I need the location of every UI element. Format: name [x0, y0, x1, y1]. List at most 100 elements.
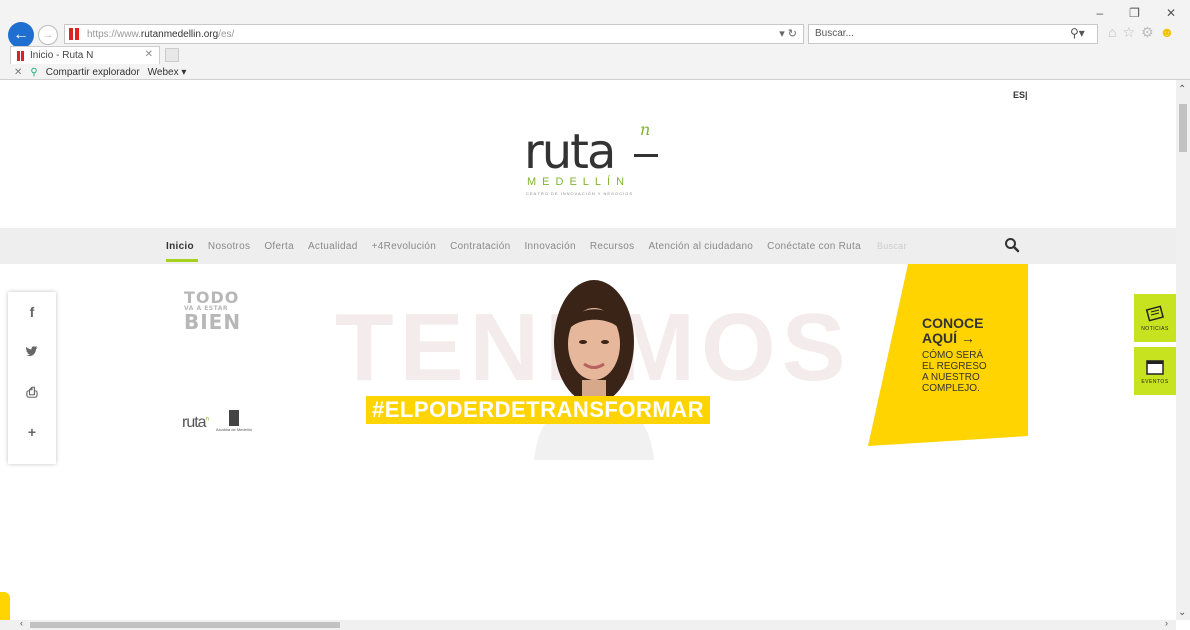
nav-item-inicio[interactable]: Inicio [166, 228, 198, 264]
gear-icon[interactable]: ⚙ [1141, 24, 1154, 41]
newspaper-icon [1145, 304, 1164, 322]
logo-superscript: n [640, 120, 651, 139]
horizontal-scroll-thumb[interactable] [30, 622, 340, 628]
horizontal-scrollbar[interactable]: ‹ › [0, 618, 1176, 630]
tab-favicon [17, 50, 20, 61]
promo-regreso-card[interactable]: CONOCE AQUÍ → CÓMO SERÁ EL REGRESO A NUE… [868, 264, 1028, 446]
url-prefix: https://www. [87, 28, 141, 40]
facebook-icon[interactable]: f [8, 292, 56, 332]
home-icon[interactable]: ⌂ [1108, 24, 1116, 41]
tab-title: Inicio - Ruta N [30, 50, 94, 61]
forward-button[interactable]: → [38, 25, 58, 45]
promo-title-line-1: CONOCE [922, 315, 984, 331]
events-tab-label: EVENTOS [1141, 378, 1169, 385]
banner-hashtag: #ELPODERDETRANSFORMAR [366, 396, 710, 424]
news-side-tab[interactable]: NOTICIAS [1134, 294, 1176, 342]
close-icon[interactable]: ✕ [1166, 6, 1176, 20]
address-tools[interactable]: ▾ ↻ [779, 27, 797, 40]
share-browser-icon: ⚲ [30, 66, 38, 78]
browser-search-input[interactable]: Buscar... [808, 24, 1098, 44]
arrow-right-icon: → [42, 29, 54, 41]
logo-word: ruta [524, 124, 616, 180]
promo-sub-line-2: EL REGRESO [922, 361, 987, 372]
address-bar[interactable]: https://www. rutanmedellin.org /es/ ▾ ↻ [64, 24, 804, 44]
back-button[interactable]: ← [8, 22, 34, 48]
todo-line-1: TODO [184, 288, 240, 307]
logo-city: MEDELLÍN [527, 176, 631, 188]
site-favicon-bar [75, 28, 79, 40]
url-domain: rutanmedellin.org [140, 28, 219, 40]
nav-item-actualidad[interactable]: Actualidad [308, 228, 358, 264]
promo-sub-line-1: CÓMO SERÁ [922, 350, 984, 361]
twitter-icon[interactable] [8, 332, 56, 372]
nav-item-recursos[interactable]: Recursos [590, 228, 635, 264]
favorites-star-icon[interactable]: ☆ [1122, 24, 1135, 41]
yellow-corner-tab[interactable] [0, 592, 10, 620]
alcaldia-label: Alcaldía de Medellín [215, 427, 252, 432]
small-ruta-word: ruta [182, 414, 207, 431]
news-tab-label: NOTICIAS [1141, 325, 1169, 332]
scroll-left-icon[interactable]: ‹ [20, 618, 23, 628]
search-icon[interactable] [1004, 237, 1020, 253]
nav-item-oferta[interactable]: Oferta [264, 228, 294, 264]
site-favicon [69, 28, 73, 40]
todo-line-3: BIEN [184, 310, 242, 334]
nav-item-conectate[interactable]: Conéctate con Ruta [767, 228, 861, 264]
nav-search-input[interactable]: Buscar [877, 228, 937, 264]
alcaldia-building-icon [228, 410, 239, 426]
alcaldia-logo: Alcaldía de Medellín [216, 410, 252, 432]
nav-item-nosotros[interactable]: Nosotros [208, 228, 250, 264]
refresh-icon[interactable]: ↻ [788, 28, 797, 40]
feedback-smiley-icon[interactable]: ☻ [1160, 24, 1175, 41]
browser-tab-active[interactable]: Inicio - Ruta N ✕ [10, 46, 160, 64]
restore-icon[interactable]: ❐ [1129, 6, 1140, 20]
share-sidebar: f ⎙ + [8, 292, 56, 464]
webex-menu[interactable]: Webex ▾ [148, 67, 187, 78]
dropdown-icon[interactable]: ▾ [779, 28, 785, 40]
events-side-tab[interactable]: EVENTOS [1134, 347, 1176, 395]
promo-subtitle: CÓMO SERÁ EL REGRESO A NUESTRO COMPLEJO. [922, 350, 987, 394]
browser-toolbar: ⌂ ☆ ⚙ ☻ [1108, 24, 1174, 41]
vertical-scroll-thumb[interactable] [1179, 104, 1187, 152]
favbar-close-icon[interactable]: ✕ [14, 67, 22, 78]
logo-tagline: CENTRO DE INNOVACIÓN Y NEGOCIOS [526, 191, 634, 196]
nav-item-innovacion[interactable]: Innovación [524, 228, 575, 264]
logo-dash [634, 154, 658, 157]
promo-sub-line-3: A NUESTRO [922, 372, 980, 383]
nav-item-contratacion[interactable]: Contratación [450, 228, 510, 264]
twitter-bird-shape [25, 346, 38, 357]
tab-favicon-bar [21, 50, 24, 61]
promo-title: CONOCE AQUÍ → [922, 316, 983, 346]
search-icon[interactable]: ⚲▾ [1070, 26, 1085, 40]
small-ruta-sup: n [205, 416, 210, 423]
banner-partner-logos: rutan Alcaldía de Medellín [182, 410, 252, 432]
print-icon[interactable]: ⎙ [8, 372, 56, 412]
browser-chrome: ← → https://www. rutanmedellin.org /es/ … [0, 0, 1190, 80]
nav-item-atencion[interactable]: Atención al ciudadano [648, 228, 753, 264]
scroll-right-icon[interactable]: › [1165, 618, 1168, 628]
language-selector[interactable]: ES| [1013, 90, 1028, 100]
main-nav: Inicio Nosotros Oferta Actualidad +4Revo… [0, 228, 1176, 264]
promo-sub-line-4: COMPLEJO. [922, 383, 980, 394]
woman-photo [534, 280, 654, 460]
tab-strip: Inicio - Ruta N ✕ [0, 46, 1190, 64]
nav-item-4revolucion[interactable]: +4Revolución [372, 228, 436, 264]
promo-title-line-2: AQUÍ → [922, 330, 975, 346]
new-tab-button[interactable] [165, 48, 179, 62]
browser-search-placeholder: Buscar... [815, 28, 854, 39]
todo-va-a-estar-bien-logo: TODO VA A ESTAR BIEN [184, 288, 242, 334]
vertical-scrollbar[interactable]: ⌃ ⌄ [1176, 80, 1190, 620]
arrow-left-icon: ← [13, 26, 29, 43]
tab-close-icon[interactable]: ✕ [145, 49, 153, 60]
plus-icon[interactable]: + [8, 412, 56, 452]
ruta-n-logo[interactable]: ruta n MEDELLÍN CENTRO DE INNOVACIÓN Y N… [522, 120, 672, 202]
url-suffix: /es/ [218, 28, 235, 40]
scroll-down-icon[interactable]: ⌄ [1178, 607, 1186, 618]
favorites-bar: ✕ ⚲ Compartir explorador Webex ▾ [0, 64, 1190, 80]
window-controls: – ❐ ✕ [1096, 6, 1176, 20]
minimize-icon[interactable]: – [1096, 6, 1103, 20]
small-ruta-logo: rutan [182, 414, 210, 432]
scroll-up-icon[interactable]: ⌃ [1178, 84, 1186, 95]
share-browser-link[interactable]: Compartir explorador [46, 67, 140, 78]
calendar-icon [1146, 359, 1164, 375]
